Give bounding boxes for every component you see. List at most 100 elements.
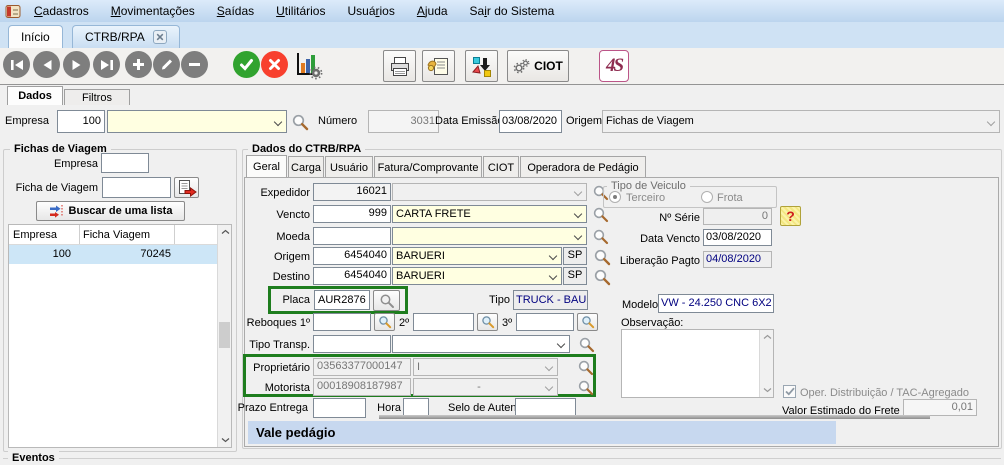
nav-next-button[interactable]	[63, 51, 90, 78]
menu-item-movimentacoes[interactable]: Movimentações	[100, 4, 206, 18]
terceiro-radio[interactable]	[609, 191, 621, 203]
chart-button[interactable]	[293, 50, 323, 83]
edit-button[interactable]	[153, 51, 180, 78]
data-vencto-input[interactable]: 03/08/2020	[703, 229, 772, 246]
reboque3-input[interactable]	[516, 313, 574, 331]
add-button[interactable]	[125, 51, 152, 78]
tab-inicio[interactable]: Início	[8, 25, 63, 48]
origem-search-icon[interactable]	[593, 248, 611, 266]
tipo-transp-combo[interactable]	[392, 335, 570, 353]
ficha-de-viagem-input[interactable]	[102, 177, 171, 198]
delete-button[interactable]	[181, 51, 208, 78]
serie-help-button[interactable]: ?	[780, 206, 801, 226]
oper-distribuicao-checkbox[interactable]	[783, 385, 796, 398]
frota-radio[interactable]	[701, 191, 713, 203]
brand-logo: 4S	[606, 55, 622, 77]
empresa-name-combo[interactable]	[107, 110, 287, 133]
tab-filtros[interactable]: Filtros	[64, 89, 130, 105]
tipo-transp-code-input[interactable]	[313, 335, 391, 353]
modelo-field: VW - 24.250 CNC 6X2	[658, 294, 774, 313]
vencto-search-icon[interactable]	[592, 206, 610, 224]
motorista-combo[interactable]: -	[413, 378, 558, 396]
moeda-code-input[interactable]	[313, 227, 391, 245]
confirm-button[interactable]	[233, 51, 260, 78]
prazo-entrega-input[interactable]	[313, 398, 366, 418]
tab-dados[interactable]: Dados	[7, 86, 63, 105]
menu-item-cadastros[interactable]: Cadastros	[23, 4, 100, 18]
placa-input[interactable]: AUR2876	[314, 290, 370, 310]
scroll-thumb[interactable]	[219, 322, 230, 348]
motorista-search-icon[interactable]	[577, 379, 595, 397]
export-button[interactable]	[465, 50, 498, 82]
proprietario-combo[interactable]: I	[413, 358, 558, 376]
vencto-code-input[interactable]: 999	[313, 205, 391, 223]
nav-last-icon	[100, 59, 114, 71]
nav-prev-button[interactable]	[33, 51, 60, 78]
scroll-down-icon[interactable]	[762, 385, 772, 395]
origem-code-input[interactable]: 6454040	[313, 247, 391, 265]
tab-operadora-pedagio[interactable]: Operadora de Pedágio	[520, 156, 646, 178]
tab-ctrb-rpa-label: CTRB/RPA	[85, 30, 145, 44]
frota-label: Frota	[717, 190, 757, 206]
scroll-up-icon[interactable]	[220, 227, 230, 237]
scroll-down-icon[interactable]	[220, 435, 230, 445]
nav-prev-icon	[41, 59, 53, 71]
tab-ctrb-rpa[interactable]: CTRB/RPA	[72, 25, 180, 48]
reboque1-search-button[interactable]	[374, 313, 395, 331]
nav-first-button[interactable]	[3, 51, 30, 78]
destino-search-icon[interactable]	[593, 268, 611, 286]
vale-pedagio-header[interactable]: Vale pedágio	[248, 421, 836, 444]
reboque1-input[interactable]	[313, 313, 371, 331]
observacao-scrollbar[interactable]	[759, 330, 773, 397]
report-button[interactable]	[422, 50, 455, 82]
destino-code-input[interactable]: 6454040	[313, 267, 391, 285]
tab-geral[interactable]: Geral	[246, 155, 287, 178]
fichas-empresa-input[interactable]	[101, 153, 149, 173]
print-button[interactable]	[383, 50, 416, 82]
close-icon[interactable]	[153, 30, 167, 44]
tab-ciot[interactable]: CIOT	[483, 156, 519, 178]
moeda-combo[interactable]	[392, 227, 587, 245]
section-splitter[interactable]	[379, 415, 930, 419]
empresa-search-icon[interactable]	[291, 113, 309, 131]
origem-combo[interactable]: BARUERI	[392, 247, 562, 265]
menu-item-sair[interactable]: Sair do Sistema	[459, 4, 566, 18]
expedidor-combo[interactable]	[392, 183, 587, 201]
brand-logo-button[interactable]: 4S	[599, 50, 629, 82]
cancel-button[interactable]	[261, 51, 288, 78]
tab-fatura-comprovante[interactable]: Fatura/Comprovante	[374, 156, 482, 178]
proprietario-search-icon[interactable]	[577, 359, 595, 377]
table-row[interactable]: 100 70245	[9, 245, 217, 264]
ficha-open-button[interactable]	[174, 177, 199, 198]
tab-inicio-label: Início	[21, 30, 50, 44]
placa-search-button[interactable]	[373, 290, 400, 311]
search-icon	[378, 315, 392, 329]
destino-uf-field: SP	[563, 267, 587, 285]
scroll-up-icon[interactable]	[762, 332, 772, 342]
reboque3-search-button[interactable]	[577, 313, 598, 331]
origem-header-select[interactable]: Fichas de Viagem	[602, 110, 1000, 133]
observacao-textarea[interactable]	[621, 329, 774, 398]
nav-last-button[interactable]	[93, 51, 120, 78]
menu-item-utilitarios[interactable]: Utilitários	[265, 4, 336, 18]
empresa-code-input[interactable]: 100	[57, 110, 105, 133]
tab-usuario[interactable]: Usuário	[325, 156, 373, 178]
nav-next-icon	[71, 59, 83, 71]
reboque2-search-button[interactable]	[477, 313, 498, 331]
menu-item-usuarios[interactable]: Usuários	[336, 4, 405, 18]
check-icon	[785, 387, 795, 396]
search-icon	[379, 293, 395, 309]
menu-item-saidas[interactable]: Saídas	[206, 4, 265, 18]
menu-item-ajuda[interactable]: Ajuda	[406, 4, 459, 18]
tab-carga[interactable]: Carga	[288, 156, 324, 178]
ciot-button[interactable]: CIOT	[507, 50, 569, 82]
moeda-search-icon[interactable]	[592, 228, 610, 246]
list-scrollbar[interactable]	[217, 225, 231, 447]
expedidor-code-field[interactable]: 16021	[313, 183, 391, 201]
vencto-combo[interactable]: CARTA FRETE	[392, 205, 587, 223]
buscar-lista-button[interactable]: Buscar de uma lista	[36, 201, 185, 221]
reboque2-input[interactable]	[413, 313, 474, 331]
destino-combo[interactable]: BARUERI	[392, 267, 562, 285]
tipo-transp-search-icon[interactable]	[578, 336, 596, 354]
data-emissao-input[interactable]: 03/08/2020	[499, 110, 562, 133]
